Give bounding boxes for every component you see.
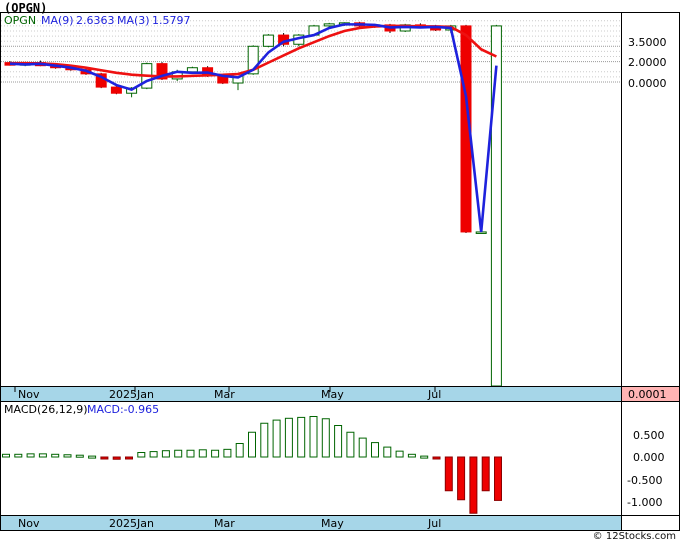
- macd-xtick-label: Jul: [427, 517, 441, 530]
- macd-bar-positive: [272, 419, 281, 458]
- candle-up: [186, 67, 198, 73]
- macd-bar-negative: [112, 456, 121, 460]
- macd-bar-positive: [14, 453, 23, 458]
- macd-bar-positive: [235, 443, 244, 458]
- macd-ytick-label: 0.000: [633, 451, 665, 464]
- macd-axis-corner: [621, 515, 680, 531]
- macd-x-axis-bar: [0, 515, 622, 531]
- macd-bar-negative: [481, 456, 490, 492]
- price-y-ticks: 3.5000 2.0000 0.0000: [628, 36, 667, 90]
- macd-bar-positive: [334, 425, 343, 458]
- macd-ytick-label: -1.000: [627, 496, 662, 509]
- macd-legend-value: MACD:-0.965: [87, 403, 159, 416]
- price-xtick-label: Nov: [18, 388, 40, 401]
- macd-bar-positive: [383, 446, 392, 458]
- macd-bar-positive: [186, 449, 195, 458]
- macd-bar-positive: [26, 453, 35, 458]
- macd-bar-positive: [420, 455, 429, 459]
- macd-bar-positive: [395, 450, 404, 458]
- macd-bar-positive: [297, 416, 306, 458]
- price-xtick-label: Jul: [427, 388, 441, 401]
- macd-xtick-label: May: [321, 517, 344, 530]
- macd-bar-positive: [137, 452, 146, 458]
- macd-bar-positive: [358, 437, 367, 458]
- price-ytick-label: 3.5000: [628, 36, 667, 49]
- macd-bar-positive: [321, 418, 330, 458]
- macd-bar-negative: [432, 456, 441, 460]
- legend-ma3-value: 1.5797: [152, 14, 191, 27]
- macd-bar-negative: [125, 456, 133, 460]
- macd-bar-positive: [309, 416, 318, 458]
- price-x-axis-bar: [0, 386, 622, 402]
- macd-bar-positive: [346, 431, 355, 458]
- macd-bar-negative: [444, 456, 453, 492]
- macd-xtick-label: Mar: [214, 517, 235, 530]
- macd-bar-positive: [248, 431, 256, 458]
- macd-bar-positive: [88, 455, 97, 459]
- macd-ytick-label: -0.500: [627, 474, 662, 487]
- macd-bar-positive: [51, 453, 60, 458]
- candle-down: [110, 86, 122, 94]
- macd-bars-group: [2, 416, 502, 514]
- candle-up: [262, 34, 274, 47]
- macd-bar-positive: [407, 453, 416, 458]
- macd-y-ticks: 0.500 0.000 -0.500 -1.000: [627, 429, 665, 509]
- macd-bar-positive: [223, 448, 232, 458]
- macd-bar-negative: [457, 456, 466, 501]
- macd-bar-positive: [2, 453, 10, 458]
- macd-bar-positive: [260, 422, 269, 458]
- candle-up: [323, 23, 335, 27]
- price-xtick-label: May: [321, 388, 344, 401]
- macd-bar-negative: [100, 456, 109, 460]
- price-ytick-label: 0.0000: [628, 77, 667, 90]
- macd-xtick-label: 2025Jan: [109, 517, 154, 530]
- macd-ytick-label: 0.500: [633, 429, 665, 442]
- legend-ma3-label: MA(3): [117, 14, 150, 27]
- macd-xtick-label: Nov: [18, 517, 40, 530]
- macd-bar-positive: [161, 450, 170, 458]
- last-price-label: 0.0001: [628, 388, 667, 401]
- macd-bar-positive: [211, 449, 220, 458]
- macd-bar-positive: [75, 454, 84, 458]
- price-xtick-label: Mar: [214, 388, 235, 401]
- legend-ma9-label: MA(9): [41, 14, 74, 27]
- macd-bar-positive: [371, 442, 379, 458]
- macd-bar-positive: [38, 453, 47, 458]
- legend-symbol: OPGN: [4, 14, 36, 27]
- macd-legend-params: MACD(26,12,9): [4, 403, 88, 416]
- macd-bar-positive: [284, 417, 293, 458]
- price-xtick-label: 2025Jan: [109, 388, 154, 401]
- macd-bar-positive: [63, 454, 72, 458]
- legend-ma9-value: 2.6363: [76, 14, 115, 27]
- macd-bar-negative: [469, 456, 478, 514]
- macd-bar-positive: [198, 449, 207, 458]
- chart-canvas: 3.5000 2.0000 0.0000 OPGN MA(9) 2.6363 M…: [0, 12, 680, 531]
- macd-bar-positive: [174, 449, 183, 458]
- macd-bar-positive: [149, 451, 158, 458]
- price-ytick-label: 2.0000: [628, 56, 667, 69]
- page-title: (OPGN): [4, 1, 48, 15]
- footer-credit: © 12Stocks.com: [592, 531, 676, 542]
- macd-bar-negative: [494, 456, 502, 501]
- candle-up: [475, 231, 487, 234]
